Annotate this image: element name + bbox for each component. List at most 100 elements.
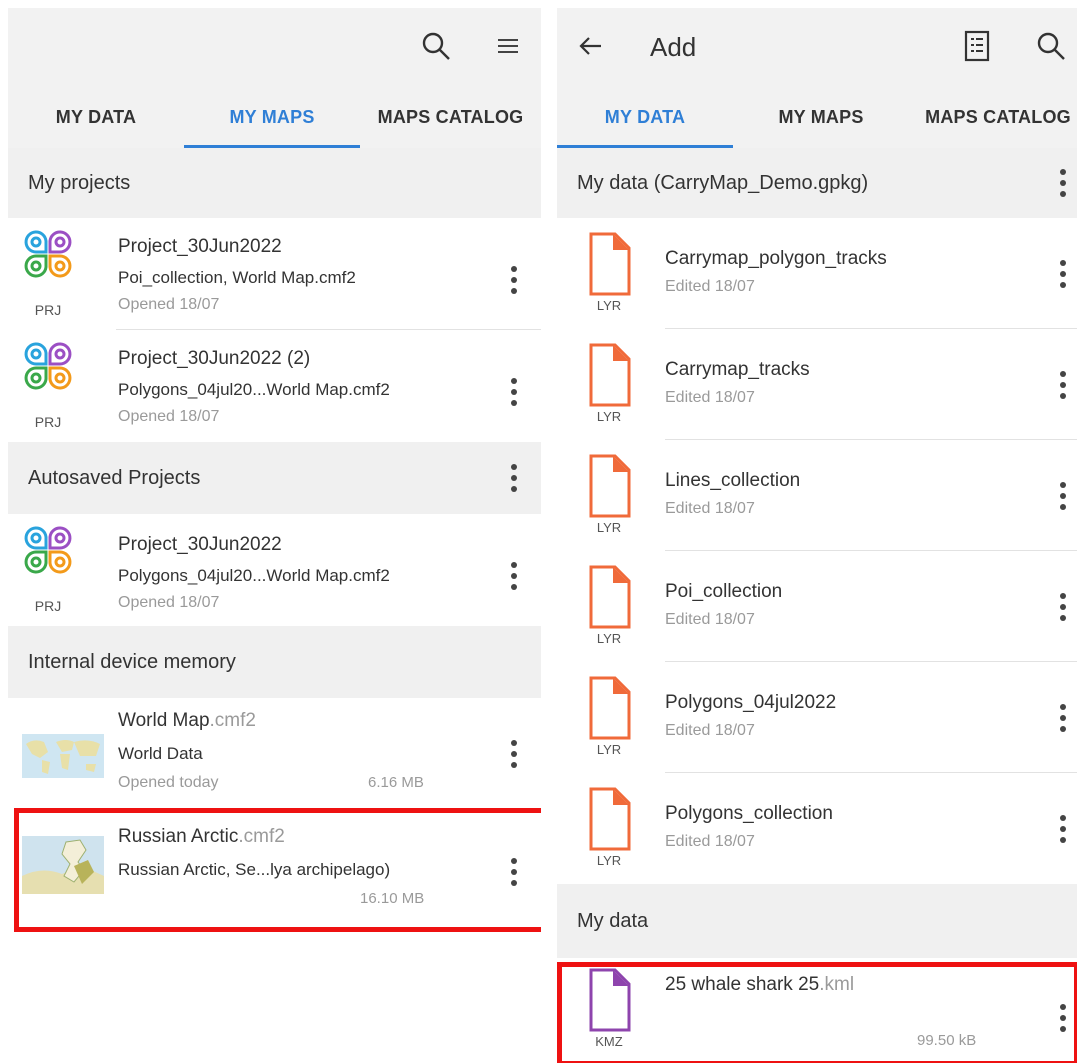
tab-my-data[interactable]: MY DATA <box>8 86 184 148</box>
project-row[interactable]: PRJ Project_30Jun2022 Polygons_04jul20..… <box>8 514 541 626</box>
more-vert-icon[interactable] <box>502 556 526 596</box>
tab-my-maps[interactable]: MY MAPS <box>184 86 360 148</box>
map-row[interactable]: World Map.cmf2 World Data Opened today 6… <box>8 698 541 804</box>
layer-row[interactable]: LYR Polygons_04jul2022 Edited 18/07 <box>557 662 1077 773</box>
more-vert-icon[interactable] <box>1051 254 1075 294</box>
project-name: Project_30Jun2022 <box>118 534 282 555</box>
map-extension: .cmf2 <box>238 826 285 847</box>
layer-edited: Edited 18/07 <box>665 833 755 850</box>
layer-row[interactable]: LYR Carrymap_tracks Edited 18/07 <box>557 329 1077 440</box>
tab-maps-catalog[interactable]: MAPS CATALOG <box>360 86 541 148</box>
project-icon: PRJ <box>24 342 72 434</box>
layer-edited: Edited 18/07 <box>665 611 755 628</box>
layer-row[interactable]: LYR Poi_collection Edited 18/07 <box>557 551 1077 662</box>
more-vert-icon[interactable] <box>1051 476 1075 516</box>
project-name: Project_30Jun2022 <box>118 236 282 257</box>
back-arrow-icon[interactable] <box>573 28 609 64</box>
more-vert-icon[interactable] <box>502 734 526 774</box>
project-row[interactable]: PRJ Project_30Jun2022 (2) Polygons_04jul… <box>8 330 541 442</box>
layer-name: Polygons_collection <box>665 803 833 824</box>
section-header-my-projects: My projects <box>8 148 541 218</box>
project-icon: PRJ <box>24 526 72 618</box>
layers-list-icon[interactable] <box>959 28 995 64</box>
more-vert-icon[interactable] <box>1051 809 1075 849</box>
project-opened: Opened 18/07 <box>118 408 220 425</box>
section-header-autosaved: Autosaved Projects <box>8 442 541 514</box>
layer-name: Poi_collection <box>665 581 783 602</box>
section-header-my-data: My data <box>557 884 1077 958</box>
project-badge: PRJ <box>34 302 62 318</box>
layer-edited: Edited 18/07 <box>665 389 755 406</box>
file-badge: LYR <box>596 853 622 868</box>
search-icon[interactable] <box>418 28 454 64</box>
app-bar: Add <box>557 8 1077 86</box>
layer-row[interactable]: LYR Lines_collection Edited 18/07 <box>557 440 1077 551</box>
map-size: 16.10 MB <box>360 890 425 907</box>
project-files: Poi_collection, World Map.cmf2 <box>118 268 356 287</box>
map-row[interactable]: Russian Arctic.cmf2 Russian Arctic, Se..… <box>8 804 541 928</box>
more-vert-icon[interactable] <box>502 372 526 412</box>
my-maps-screen: MY DATA MY MAPS MAPS CATALOG My projects… <box>8 8 541 1063</box>
layer-file-icon: LYR <box>585 676 633 760</box>
layer-file-icon: LYR <box>585 787 633 871</box>
project-files: Polygons_04jul20...World Map.cmf2 <box>118 380 390 399</box>
layer-file-icon: LYR <box>585 565 633 649</box>
kml-file-icon: KMZ <box>585 968 633 1052</box>
map-name: Russian Arctic.cmf2 <box>118 826 285 848</box>
more-vert-icon[interactable] <box>502 260 526 300</box>
section-title: Autosaved Projects <box>28 466 201 489</box>
tab-bar: MY DATA MY MAPS MAPS CATALOG <box>557 86 1077 149</box>
file-size: 99.50 kB <box>917 1032 977 1049</box>
more-vert-icon[interactable] <box>1051 163 1075 203</box>
project-badge: PRJ <box>34 598 62 614</box>
project-row[interactable]: PRJ Project_30Jun2022 Poi_collection, Wo… <box>8 218 541 330</box>
section-title: My data (CarryMap_Demo.gpkg) <box>577 171 869 194</box>
tab-maps-catalog[interactable]: MAPS CATALOG <box>909 86 1077 148</box>
layer-row[interactable]: LYR Polygons_collection Edited 18/07 <box>557 773 1077 884</box>
map-extension: .cmf2 <box>209 710 256 731</box>
page-title: Add <box>650 32 697 62</box>
map-title: Russian Arctic <box>118 826 239 847</box>
layer-file-icon: LYR <box>585 454 633 538</box>
layer-row[interactable]: LYR Carrymap_polygon_tracks Edited 18/07 <box>557 218 1077 329</box>
file-badge: LYR <box>596 631 622 646</box>
file-title: 25 whale shark 25 <box>665 974 820 995</box>
layer-file-icon: LYR <box>585 232 633 316</box>
map-size: 6.16 MB <box>368 774 424 791</box>
map-thumbnail <box>22 734 104 778</box>
file-badge: LYR <box>596 742 622 757</box>
file-badge: LYR <box>596 409 622 424</box>
kml-row[interactable]: KMZ 25 whale shark 25.kml 99.50 kB <box>557 958 1077 1063</box>
file-badge: KMZ <box>595 1034 623 1049</box>
map-description: Russian Arctic, Se...lya archipelago) <box>118 860 391 879</box>
tab-bar: MY DATA MY MAPS MAPS CATALOG <box>8 86 541 149</box>
layer-name: Carrymap_tracks <box>665 359 810 380</box>
layer-name: Lines_collection <box>665 470 801 491</box>
more-vert-icon[interactable] <box>1051 365 1075 405</box>
map-name: World Map.cmf2 <box>118 710 256 732</box>
more-vert-icon[interactable] <box>502 458 526 498</box>
project-files: Polygons_04jul20...World Map.cmf2 <box>118 566 390 585</box>
project-opened: Opened 18/07 <box>118 594 220 611</box>
layer-edited: Edited 18/07 <box>665 278 755 295</box>
project-name: Project_30Jun2022 (2) <box>118 348 311 369</box>
map-description: World Data <box>118 744 203 763</box>
more-vert-icon[interactable] <box>1051 998 1075 1038</box>
file-extension: .kml <box>819 974 855 995</box>
map-title: World Map <box>118 710 210 731</box>
more-vert-icon[interactable] <box>1051 587 1075 627</box>
tab-my-data[interactable]: MY DATA <box>557 86 733 148</box>
layer-file-icon: LYR <box>585 343 633 427</box>
map-opened: Opened today <box>118 774 219 791</box>
layer-edited: Edited 18/07 <box>665 500 755 517</box>
more-vert-icon[interactable] <box>1051 698 1075 738</box>
map-thumbnail <box>22 836 104 894</box>
project-badge: PRJ <box>34 414 62 430</box>
tab-my-maps[interactable]: MY MAPS <box>733 86 909 148</box>
project-opened: Opened 18/07 <box>118 296 220 313</box>
project-icon: PRJ <box>24 230 72 322</box>
menu-icon[interactable] <box>490 28 526 64</box>
layer-name: Polygons_04jul2022 <box>665 692 837 713</box>
search-icon[interactable] <box>1033 28 1069 64</box>
more-vert-icon[interactable] <box>502 852 526 892</box>
